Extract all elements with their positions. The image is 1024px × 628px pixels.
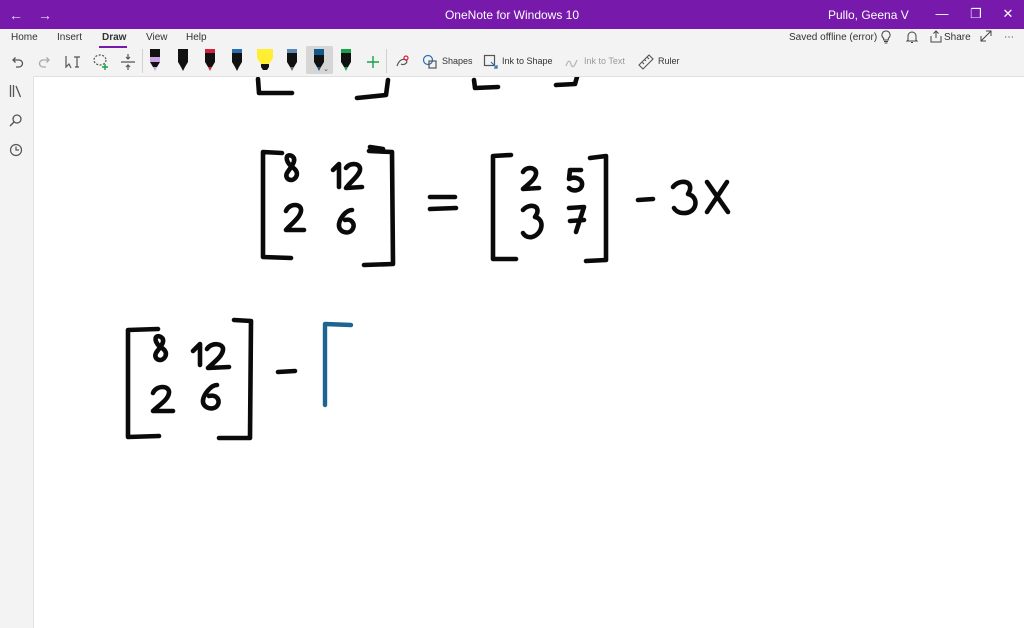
more-icon[interactable]: ⋯ <box>1004 32 1014 43</box>
close-icon[interactable]: ✕ <box>998 6 1018 22</box>
ink-digit-1 <box>190 341 203 368</box>
ruler-button[interactable]: Ruler <box>658 56 680 66</box>
ink-stroke <box>354 77 391 101</box>
ink-digit-6 <box>200 382 221 411</box>
tools-divider <box>142 49 143 73</box>
share-button[interactable]: Share <box>944 32 971 43</box>
title-bar: ← → OneNote for Windows 10 Pullo, Geena … <box>0 0 1024 29</box>
ink-layer <box>125 77 731 441</box>
user-name[interactable]: Pullo, Geena V <box>828 8 909 22</box>
lasso-select-icon[interactable] <box>92 53 110 71</box>
pens-divider <box>386 49 387 73</box>
ink-stroke <box>361 144 396 268</box>
ink-digit-6 <box>336 207 356 235</box>
highlighter-yellow-icon[interactable] <box>256 48 274 72</box>
ink-to-text-icon <box>563 53 581 71</box>
ink-digit-2 <box>283 202 307 233</box>
ink-digit-2 <box>520 165 542 192</box>
ink-minus <box>635 196 656 203</box>
tab-help[interactable]: Help <box>186 32 207 43</box>
tab-insert[interactable]: Insert <box>57 32 82 43</box>
pen-lavender-icon[interactable] <box>148 48 162 72</box>
ink-digit-2 <box>343 161 365 191</box>
recent-notes-icon[interactable] <box>8 142 24 158</box>
pen-red-icon[interactable] <box>203 48 217 72</box>
note-canvas[interactable] <box>34 77 1024 628</box>
undo-icon[interactable] <box>8 53 26 71</box>
ink-stroke <box>471 77 501 91</box>
sync-status[interactable]: Saved offline (error) <box>789 32 877 43</box>
active-tab-indicator <box>99 46 127 48</box>
ribbon: Home Insert Draw View Help Saved offline… <box>0 29 1024 77</box>
pencil-icon[interactable] <box>285 48 299 72</box>
ink-to-shape-icon[interactable] <box>482 53 500 71</box>
add-space-icon[interactable] <box>119 53 137 71</box>
ink-stroke <box>260 149 294 261</box>
ink-replay-icon[interactable] <box>393 53 411 71</box>
tab-home[interactable]: Home <box>11 32 38 43</box>
ink-digit-2 <box>204 341 232 371</box>
ink-digit-3 <box>670 179 698 216</box>
ink-digit-7 <box>566 204 587 235</box>
pen-green-icon[interactable] <box>339 48 353 72</box>
ink-minus <box>275 368 298 375</box>
ink-stroke <box>125 326 162 440</box>
expand-icon[interactable] <box>980 30 992 45</box>
ink-to-text-button: Ink to Text <box>584 56 625 66</box>
shapes-icon[interactable] <box>421 53 439 71</box>
ink-digit-5 <box>566 167 585 193</box>
pen-black-icon[interactable] <box>176 48 190 72</box>
bell-icon[interactable] <box>905 30 919 47</box>
notebooks-icon[interactable] <box>8 83 24 99</box>
lightbulb-icon[interactable] <box>880 30 892 47</box>
redo-icon[interactable] <box>36 53 54 71</box>
left-sidebar <box>0 76 34 628</box>
type-select-icon[interactable] <box>64 53 82 71</box>
chevron-down-icon[interactable]: ⌄ <box>321 65 331 73</box>
ink-digit-8 <box>153 333 169 363</box>
shapes-button[interactable]: Shapes <box>442 56 473 66</box>
ink-stroke <box>583 153 609 264</box>
tab-draw[interactable]: Draw <box>102 32 126 43</box>
ink-equals-bottom <box>427 205 459 212</box>
ink-stroke <box>255 77 295 96</box>
ink-digit-8 <box>284 153 300 183</box>
pen-blue-icon[interactable] <box>230 48 244 72</box>
restore-icon[interactable]: ❐ <box>966 6 986 22</box>
add-pen-icon[interactable] <box>364 53 382 71</box>
ink-stroke <box>490 152 519 262</box>
ink-letter-x <box>704 179 731 215</box>
ink-digit-1 <box>330 161 342 190</box>
ink-digit-3 <box>520 203 544 240</box>
ink-stroke <box>553 77 580 88</box>
minimize-icon[interactable]: — <box>932 6 952 21</box>
ink-stroke <box>216 317 254 441</box>
search-icon[interactable] <box>8 112 24 128</box>
tab-view[interactable]: View <box>146 32 168 43</box>
ink-digit-2 <box>150 384 176 414</box>
share-icon[interactable] <box>930 30 942 46</box>
ink-stroke-blue <box>322 321 354 408</box>
ruler-icon[interactable] <box>637 53 655 71</box>
ink-to-shape-button[interactable]: Ink to Shape <box>502 56 553 66</box>
